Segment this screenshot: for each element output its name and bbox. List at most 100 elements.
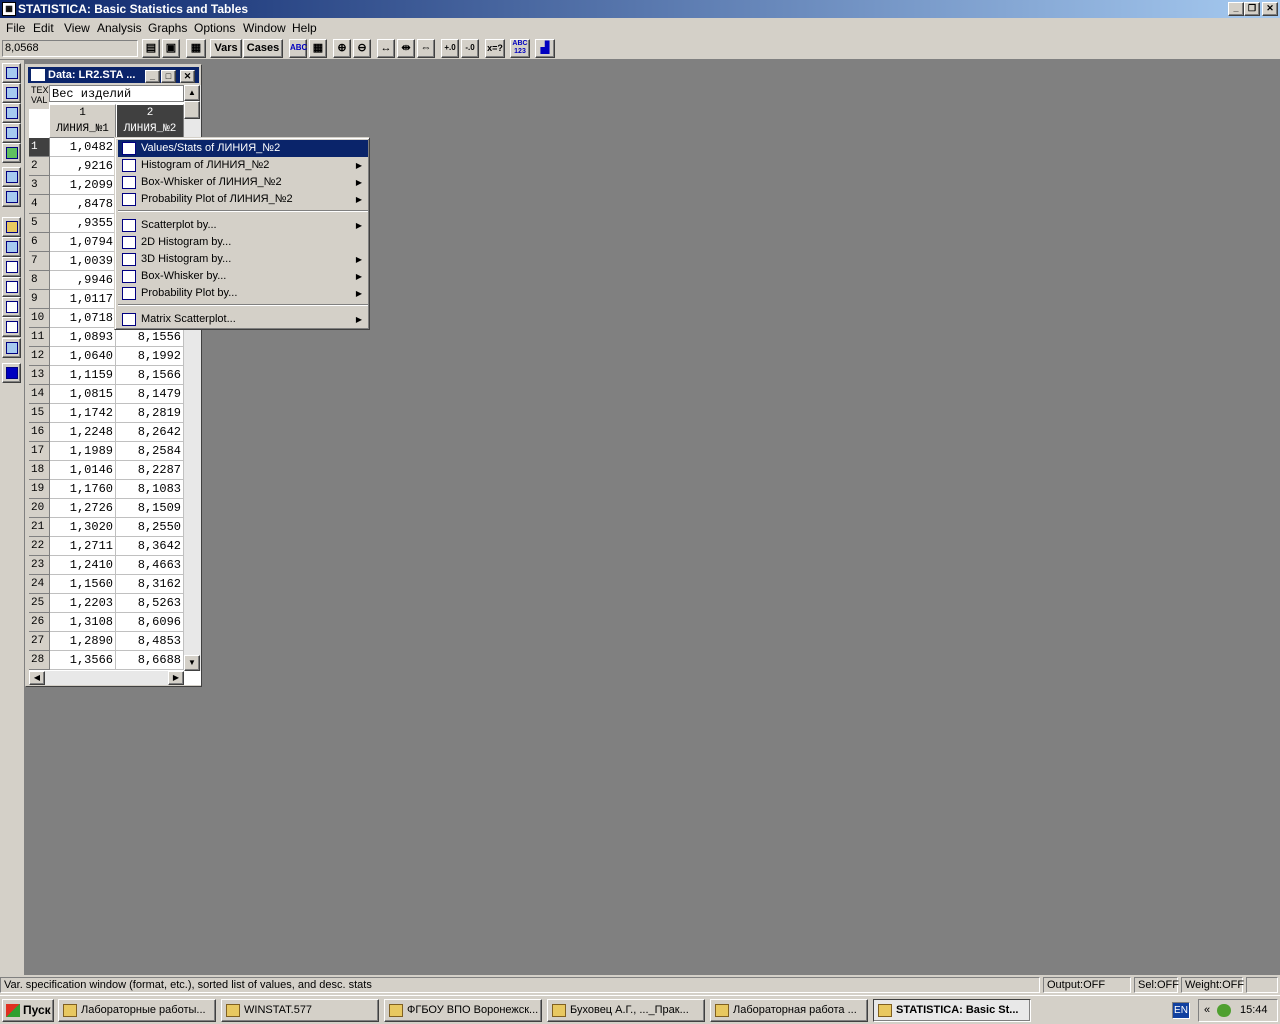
context-menu-item[interactable]: Box-Whisker by... ▶ <box>118 268 368 285</box>
abc-icon[interactable]: ABC <box>289 39 307 58</box>
context-menu-item[interactable]: Probability Plot by... ▶ <box>118 285 368 302</box>
graph-icon[interactable]: ▟ <box>535 39 555 58</box>
row-number[interactable]: 19 <box>29 480 50 499</box>
table-cell[interactable]: 1,0815 <box>50 385 116 404</box>
menu-view[interactable]: View <box>64 21 90 35</box>
table-cell[interactable]: 1,1742 <box>50 404 116 423</box>
taskbar-button[interactable]: WINSTAT.577 <box>221 999 379 1022</box>
table-cell[interactable]: 8,6096 <box>116 613 184 632</box>
help-icon[interactable] <box>2 363 21 383</box>
context-menu-item[interactable]: Matrix Scatterplot... ▶ <box>118 311 368 328</box>
row-number[interactable]: 14 <box>29 385 50 404</box>
workbook-icon[interactable]: ▣ <box>162 39 180 58</box>
row-number[interactable]: 4 <box>29 195 50 214</box>
table-cell[interactable]: 1,2726 <box>50 499 116 518</box>
context-menu-item[interactable]: 2D Histogram by... <box>118 234 368 251</box>
row-number[interactable]: 10 <box>29 309 50 328</box>
taskbar-button[interactable]: Буховец А.Г., ..._Прак... <box>547 999 705 1022</box>
table-cell[interactable]: 1,3108 <box>50 613 116 632</box>
table-cell[interactable]: 1,1560 <box>50 575 116 594</box>
table-cell[interactable]: 1,2248 <box>50 423 116 442</box>
print-icon[interactable] <box>2 257 21 277</box>
row-number[interactable]: 1 <box>29 138 50 157</box>
table-cell[interactable]: 8,3162 <box>116 575 184 594</box>
row-number[interactable]: 6 <box>29 233 50 252</box>
table-cell[interactable]: 1,0482 <box>50 138 116 157</box>
column-header-1[interactable]: 1 ЛИНИЯ_№1 <box>49 104 116 138</box>
table-cell[interactable]: 1,0640 <box>50 347 116 366</box>
menu-analysis[interactable]: Analysis <box>97 21 142 35</box>
table-cell[interactable]: 8,2550 <box>116 518 184 537</box>
table-cell[interactable]: 1,2099 <box>50 176 116 195</box>
table-cell[interactable]: 8,4853 <box>116 632 184 651</box>
decrease-decimals-icon[interactable]: -.0 <box>461 39 479 58</box>
table-cell[interactable]: 1,2890 <box>50 632 116 651</box>
row-number[interactable]: 7 <box>29 252 50 271</box>
table-cell[interactable]: ,9216 <box>50 157 116 176</box>
table-cell[interactable]: 1,1159 <box>50 366 116 385</box>
table-cell[interactable]: 8,1992 <box>116 347 184 366</box>
table-cell[interactable]: 8,2287 <box>116 461 184 480</box>
stats-graph-icon[interactable] <box>2 63 21 83</box>
table-cell[interactable]: 1,0893 <box>50 328 116 347</box>
table-cell[interactable]: 8,1083 <box>116 480 184 499</box>
matrix-tool-icon[interactable] <box>2 123 21 143</box>
windows-tool-icon[interactable] <box>2 167 21 187</box>
row-number[interactable]: 22 <box>29 537 50 556</box>
row-number[interactable]: 5 <box>29 214 50 233</box>
table-cell[interactable]: 1,0146 <box>50 461 116 480</box>
start-button[interactable]: Пуск <box>2 999 54 1022</box>
row-number[interactable]: 23 <box>29 556 50 575</box>
row-number[interactable]: 11 <box>29 328 50 347</box>
taskbar-button[interactable]: STATISTICA: Basic St... <box>873 999 1031 1022</box>
probability-tool-icon[interactable] <box>2 103 21 123</box>
row-number[interactable]: 2 <box>29 157 50 176</box>
menu-window[interactable]: Window <box>243 21 286 35</box>
table-cell[interactable]: 1,2711 <box>50 537 116 556</box>
table-cell[interactable]: 8,4663 <box>116 556 184 575</box>
context-menu-item[interactable]: Values/Stats of ЛИНИЯ_№2 <box>118 140 368 157</box>
taskbar-button[interactable]: ФГБОУ ВПО Воронежск... <box>384 999 542 1022</box>
data-maximize-button[interactable]: □ <box>161 70 176 83</box>
cell-value-field[interactable]: 8,0568 <box>2 40 138 57</box>
paste-icon[interactable] <box>2 317 21 337</box>
table-cell[interactable]: 1,0117 <box>50 290 116 309</box>
table-cell[interactable]: ,9946 <box>50 271 116 290</box>
text-values-button[interactable]: ABC 123 <box>510 39 530 58</box>
table-cell[interactable]: 8,1566 <box>116 366 184 385</box>
scroll-left-icon[interactable]: ◀ <box>29 671 45 685</box>
table-cell[interactable]: ,8478 <box>50 195 116 214</box>
scroll-right-icon[interactable]: ▶ <box>168 671 184 685</box>
layout-tool-icon[interactable] <box>2 187 21 207</box>
table-cell[interactable]: 1,0718 <box>50 309 116 328</box>
column-all-icon[interactable]: ⇔ <box>417 39 435 58</box>
row-number[interactable]: 16 <box>29 423 50 442</box>
open-icon[interactable] <box>2 217 21 237</box>
zoom-in-icon[interactable]: ⊕ <box>333 39 351 58</box>
data-close-button[interactable]: ✕ <box>180 70 195 83</box>
menu-edit[interactable]: Edit <box>33 21 54 35</box>
row-number[interactable]: 27 <box>29 632 50 651</box>
context-menu-item[interactable]: 3D Histogram by... ▶ <box>118 251 368 268</box>
menu-help[interactable]: Help <box>292 21 317 35</box>
row-number[interactable]: 3 <box>29 176 50 195</box>
cut-icon[interactable] <box>2 277 21 297</box>
row-number[interactable]: 13 <box>29 366 50 385</box>
table-cell[interactable]: 8,6688 <box>116 651 184 670</box>
table-cell[interactable]: 8,5263 <box>116 594 184 613</box>
row-number[interactable]: 9 <box>29 290 50 309</box>
row-number[interactable]: 8 <box>29 271 50 290</box>
table-cell[interactable]: 8,2584 <box>116 442 184 461</box>
table-cell[interactable]: 1,0039 <box>50 252 116 271</box>
data-window-title-bar[interactable]: Data: LR2.STA ... _ □ ✕ <box>28 67 199 83</box>
table-cell[interactable]: 1,2410 <box>50 556 116 575</box>
zoom-out-icon[interactable]: ⊖ <box>353 39 371 58</box>
row-number[interactable]: 21 <box>29 518 50 537</box>
widen-column-icon[interactable]: ↔ <box>377 39 395 58</box>
row-number[interactable]: 20 <box>29 499 50 518</box>
table-cell[interactable]: ,9355 <box>50 214 116 233</box>
table-icon[interactable]: ▦ <box>186 39 206 58</box>
narrow-column-icon[interactable]: ⇹ <box>397 39 415 58</box>
menu-file[interactable]: File <box>6 21 25 35</box>
grid-icon[interactable]: ▦ <box>309 39 327 58</box>
